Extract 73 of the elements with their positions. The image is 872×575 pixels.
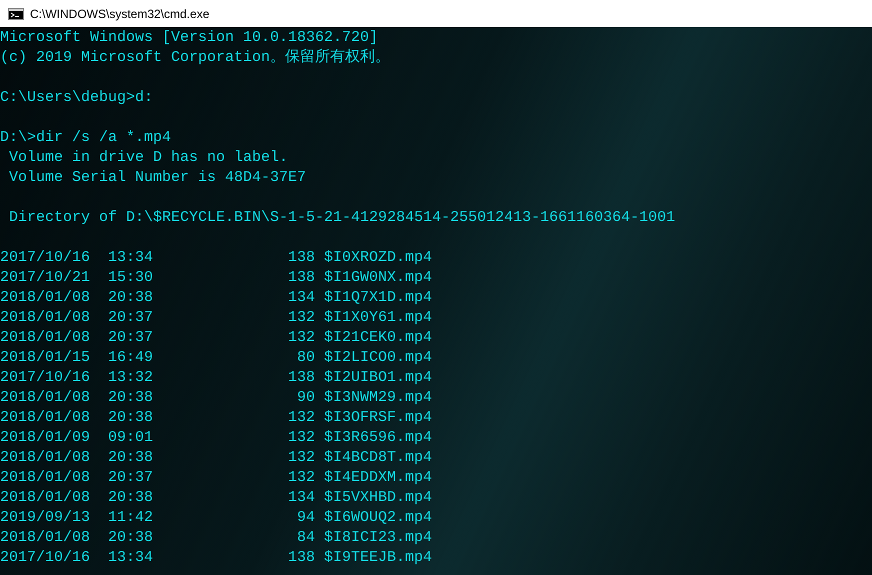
file-name: $I0XROZD.mp4	[324, 248, 432, 268]
file-size: 138	[288, 368, 315, 388]
file-time: 16:49	[108, 348, 154, 368]
file-date: 2018/01/08	[0, 488, 92, 508]
file-size: 132	[288, 308, 315, 328]
file-size: 132	[288, 468, 315, 488]
file-time: 20:37	[108, 328, 154, 348]
terminal-icon	[8, 8, 24, 20]
file-date: 2018/01/08	[0, 408, 92, 428]
file-time: 11:42	[108, 508, 154, 528]
file-size: 132	[288, 428, 315, 448]
file-name: $I21CEK0.mp4	[324, 328, 432, 348]
file-date: 2018/01/08	[0, 528, 92, 548]
console-line: Microsoft Windows [Version 10.0.18362.720]	[0, 28, 378, 48]
file-name: $I2UIBO1.mp4	[324, 368, 432, 388]
file-time: 13:34	[108, 548, 154, 568]
file-name: $I1GW0NX.mp4	[324, 268, 432, 288]
file-date: 2018/01/08	[0, 328, 92, 348]
console-line: C:\Users\debug>d:	[0, 88, 154, 108]
file-time: 20:37	[108, 468, 154, 488]
file-time: 09:01	[108, 428, 154, 448]
file-name: $I3NWM29.mp4	[324, 388, 432, 408]
file-date: 2018/01/09	[0, 428, 92, 448]
file-date: 2018/01/08	[0, 308, 92, 328]
file-size: 90	[296, 388, 315, 408]
console-line: (c) 2019 Microsoft Corporation。保留所有权利。	[0, 48, 390, 68]
console-line: D:\>dir /s /a *.mp4	[0, 128, 172, 148]
console-line: Directory of D:\$RECYCLE.BIN\S-1-5-21-4129284514-255012413-1661160364-1001	[8, 208, 676, 228]
file-date: 2017/10/16	[0, 368, 92, 388]
file-time: 13:32	[108, 368, 154, 388]
file-size: 132	[288, 408, 315, 428]
console-line: Volume in drive D has no label.	[8, 148, 288, 168]
file-size: 132	[288, 448, 315, 468]
file-name: $I6WOUQ2.mp4	[324, 508, 432, 528]
file-size: 138	[288, 548, 315, 568]
file-date: 2018/01/08	[0, 468, 92, 488]
file-date: 2018/01/08	[0, 448, 92, 468]
file-name: $I2LICO0.mp4	[324, 348, 432, 368]
file-date: 2018/01/08	[0, 388, 92, 408]
file-name: $I3OFRSF.mp4	[324, 408, 432, 428]
file-date: 2017/10/16	[0, 248, 92, 268]
file-name: $I9TEEJB.mp4	[324, 548, 432, 568]
file-time: 20:38	[108, 288, 154, 308]
file-name: $I4BCD8T.mp4	[324, 448, 432, 468]
file-time: 20:38	[108, 488, 154, 508]
file-size: 134	[288, 488, 315, 508]
window-title: C:\WINDOWS\system32\cmd.exe	[30, 6, 210, 22]
file-name: $I4EDDXM.mp4	[324, 468, 432, 488]
file-time: 20:38	[108, 448, 154, 468]
file-date: 2019/09/13	[0, 508, 92, 528]
file-time: 20:38	[108, 408, 154, 428]
file-name: $I5VXHBD.mp4	[324, 488, 432, 508]
file-name: $I1Q7X1D.mp4	[324, 288, 432, 308]
console-line: Volume Serial Number is 48D4-37E7	[8, 168, 306, 188]
file-time: 13:34	[108, 248, 154, 268]
file-size: 132	[288, 328, 315, 348]
file-size: 84	[296, 528, 315, 548]
file-size: 138	[288, 268, 315, 288]
file-time: 15:30	[108, 268, 154, 288]
file-name: $I3R6596.mp4	[324, 428, 432, 448]
file-time: 20:38	[108, 528, 154, 548]
file-date: 2018/01/08	[0, 288, 92, 308]
file-time: 20:38	[108, 388, 154, 408]
file-size: 134	[288, 288, 315, 308]
file-size: 80	[296, 348, 315, 368]
file-date: 2017/10/21	[0, 268, 92, 288]
file-name: $I1X0Y61.mp4	[324, 308, 432, 328]
file-size: 138	[288, 248, 315, 268]
file-size: 94	[296, 508, 315, 528]
file-date: 2017/10/16	[0, 548, 92, 568]
file-time: 20:37	[108, 308, 154, 328]
file-name: $I8ICI23.mp4	[324, 528, 432, 548]
file-date: 2018/01/15	[0, 348, 92, 368]
